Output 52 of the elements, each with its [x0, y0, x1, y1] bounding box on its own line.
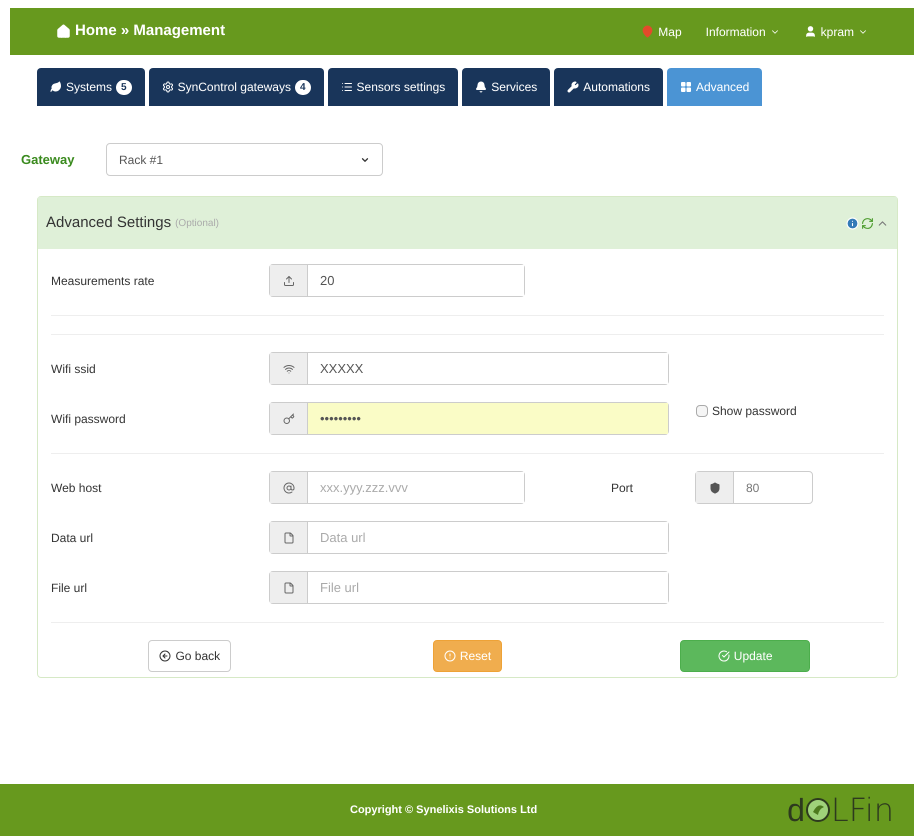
panel-title: Advanced Settings — [46, 212, 172, 233]
field-icon — [282, 362, 294, 374]
count-badge: 4 — [294, 80, 311, 94]
tab[interactable]: Sensors settings — [328, 68, 458, 106]
button-icon — [159, 650, 172, 662]
port-input[interactable]: 80 — [734, 472, 812, 503]
field-icon — [282, 412, 294, 424]
field-label: Web host — [51, 480, 102, 496]
tab-icon — [50, 81, 62, 93]
port-field[interactable]: 80 — [695, 471, 813, 504]
field-icon — [282, 482, 294, 494]
field-label: Port — [611, 480, 634, 496]
logo-icon — [804, 797, 831, 823]
input-field[interactable]: Data url — [269, 521, 669, 554]
tab[interactable]: Systems 5 — [37, 68, 145, 106]
show-password-checkbox[interactable]: Show password — [696, 402, 797, 420]
gateway-label: Gateway — [21, 150, 76, 169]
field-icon — [282, 582, 294, 594]
count-badge: 5 — [116, 80, 132, 94]
logo-text: LFin — [830, 794, 894, 826]
input-field[interactable]: File url — [269, 571, 669, 604]
input-field[interactable]: 20 — [269, 264, 525, 297]
input-field[interactable]: ••••••••• — [269, 402, 669, 435]
tab-icon — [162, 81, 174, 93]
field-label: Data url — [51, 530, 94, 546]
tab-icon — [567, 81, 580, 93]
button-icon — [444, 650, 456, 662]
tab[interactable]: Services — [462, 68, 550, 106]
button-icon — [718, 650, 730, 662]
field-label: Measurements rate — [51, 272, 156, 290]
input-field[interactable]: XXXXX — [269, 352, 669, 385]
tab[interactable]: Automations — [554, 68, 663, 106]
map-pin-icon — [641, 25, 654, 38]
field-icon — [282, 274, 294, 286]
shield-icon — [708, 482, 720, 494]
field-label: File url — [51, 580, 88, 596]
input-field[interactable]: xxx.yyy.zzz.vvv — [269, 471, 525, 504]
tab[interactable]: SynControl gateways 4 — [148, 68, 324, 106]
logo-text: d — [787, 794, 805, 826]
action-button[interactable]: Go back — [148, 640, 232, 672]
field-icon — [282, 532, 294, 544]
tab-icon — [680, 81, 692, 93]
gateway-select[interactable]: Rack #1 — [106, 143, 383, 176]
info-icon[interactable] — [846, 216, 859, 230]
field-label: Wifi password — [51, 410, 127, 428]
copyright-text: Copyright © Synelixis Solutions Ltd — [350, 802, 538, 818]
panel-subtitle: (Optional) — [175, 216, 219, 230]
field-label: Wifi ssid — [51, 360, 97, 378]
tab-icon — [475, 81, 488, 93]
user-icon — [804, 25, 817, 38]
refresh-icon[interactable] — [861, 216, 874, 230]
home-icon — [56, 24, 71, 39]
